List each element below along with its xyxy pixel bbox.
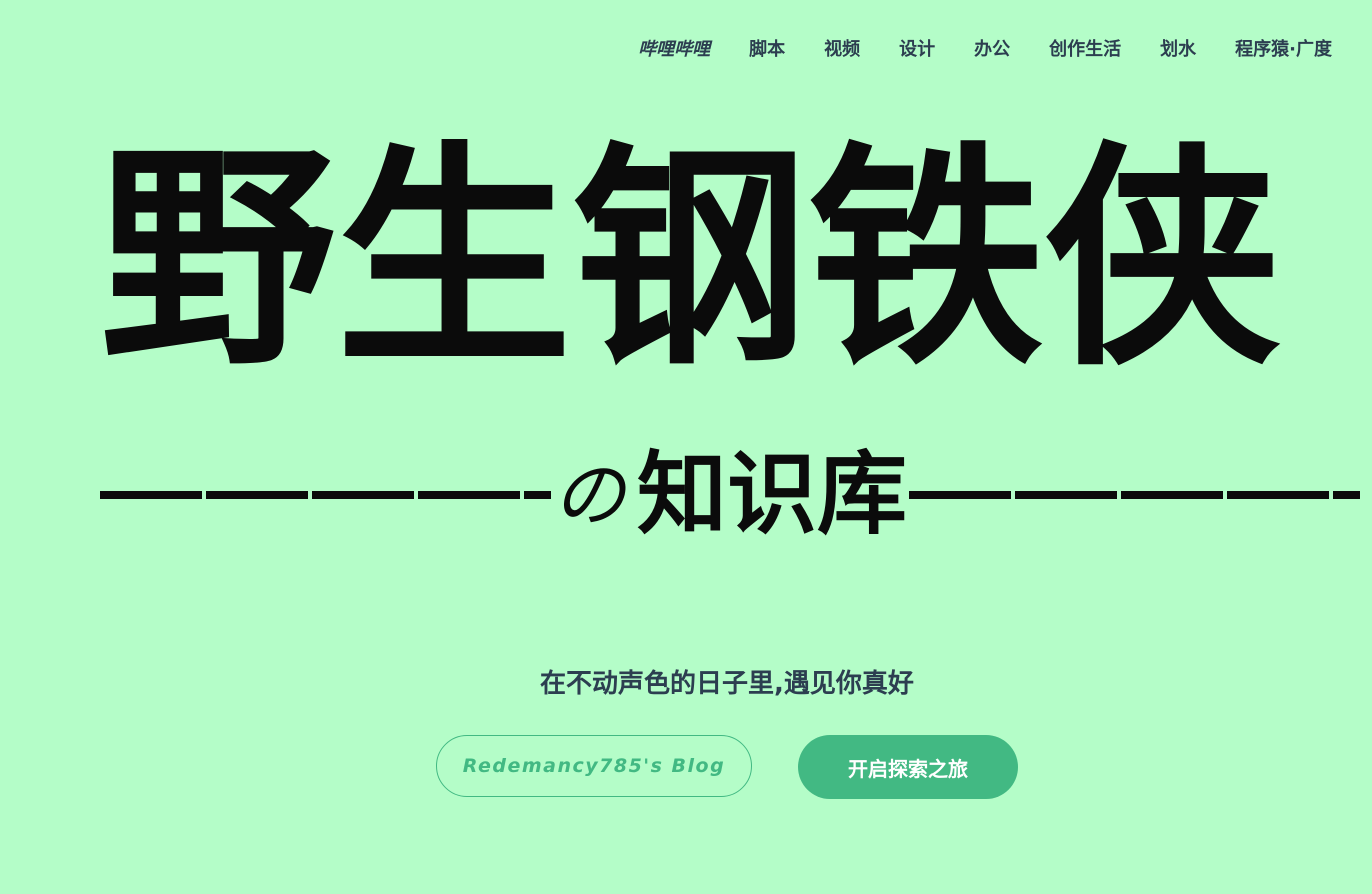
hero-tagline: 在不动声色的日子里,遇见你真好 [540, 669, 914, 699]
nav-link-creative-life[interactable]: 创作生活 [1049, 36, 1121, 64]
top-nav: 哔哩哔哩 脚本 视频 设计 办公 创作生活 划水 程序猿·广度 [638, 36, 1332, 64]
subtitle-particle: の [553, 453, 626, 537]
nav-link-programmer[interactable]: 程序猿·广度 [1235, 36, 1332, 64]
hero-subtitle-row: の 知识库 [100, 440, 1361, 550]
start-exploring-button[interactable]: 开启探索之旅 [798, 735, 1018, 799]
nav-link-scripts[interactable]: 脚本 [749, 36, 785, 64]
subtitle-text: 知识库 [637, 442, 908, 547]
hero-subtitle: の 知识库 [551, 440, 909, 550]
nav-link-bilibili[interactable]: 哔哩哔哩 [638, 36, 710, 64]
nav-link-slacking[interactable]: 划水 [1160, 36, 1196, 64]
right-divider-line [909, 491, 1361, 499]
nav-link-videos[interactable]: 视频 [824, 36, 860, 64]
nav-link-office[interactable]: 办公 [974, 36, 1010, 64]
left-divider-line [100, 491, 551, 499]
hero-title: 野生钢铁侠 [100, 130, 1281, 390]
blog-button[interactable]: Redemancy785's Blog [436, 735, 752, 797]
nav-link-design[interactable]: 设计 [899, 36, 935, 64]
